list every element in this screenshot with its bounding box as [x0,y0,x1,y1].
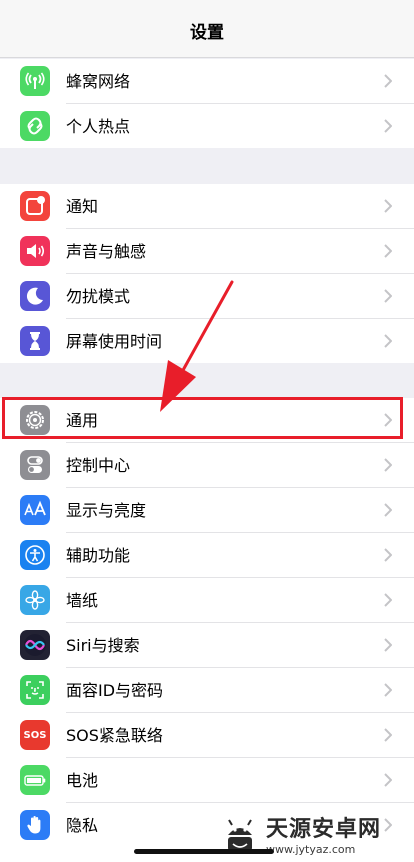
hotspot-icon [20,111,50,141]
row-label: Siri与搜索 [66,636,140,655]
settings-row-siri[interactable]: Siri与搜索 [0,623,414,668]
settings-row-sounds[interactable]: 声音与触感 [0,229,414,274]
chevron-right-icon [384,244,392,258]
chevron-right-icon [384,413,392,427]
row-label: SOS紧急联络 [66,726,163,745]
hourglass-icon [20,326,50,356]
row-label: 个人热点 [66,117,131,136]
settings-row-display[interactable]: 显示与亮度 [0,488,414,533]
watermark: 天源安卓网 www.jytyaz.com [220,812,414,862]
settings-group-notifications: 通知 声音与触感 勿扰模式 屏幕使用时间 [0,184,414,363]
row-label: 控制中心 [66,456,131,475]
hand-icon [20,810,50,840]
settings-row-hotspot[interactable]: 个人热点 [0,104,414,149]
chevron-right-icon [384,638,392,652]
chevron-right-icon [384,773,392,787]
page-title: 设置 [190,23,224,43]
chevron-right-icon [384,119,392,133]
row-label: 蜂窝网络 [66,72,131,91]
flower-icon [20,585,50,615]
settings-row-wallpaper[interactable]: 墙纸 [0,578,414,623]
speaker-icon [20,236,50,266]
settings-row-battery[interactable]: 电池 [0,758,414,803]
sos-icon-text: SOS [23,729,47,741]
chevron-right-icon [384,458,392,472]
settings-row-cellular[interactable]: 蜂窝网络 [0,59,414,104]
chevron-right-icon [384,593,392,607]
row-label: 屏幕使用时间 [66,332,163,351]
row-label: 墙纸 [66,591,99,610]
settings-row-face-id[interactable]: 面容ID与密码 [0,668,414,713]
gear-icon [20,405,50,435]
faceid-icon [20,675,50,705]
row-label: 通知 [66,197,99,216]
chevron-right-icon [384,728,392,742]
chevron-right-icon [384,74,392,88]
settings-row-do-not-disturb[interactable]: 勿扰模式 [0,274,414,319]
chevron-right-icon [384,683,392,697]
settings-row-accessibility[interactable]: 辅助功能 [0,533,414,578]
chevron-right-icon [384,199,392,213]
settings-group-general: 通用 控制中心 显示与亮度 辅助功能 墙纸 Siri与搜索 面容ID与密码 SO… [0,398,414,862]
settings-row-notifications[interactable]: 通知 [0,184,414,229]
settings-row-control-center[interactable]: 控制中心 [0,443,414,488]
navigation-bar: 设置 [0,0,414,58]
row-label: 电池 [66,771,99,790]
toggles-icon [20,450,50,480]
settings-row-general[interactable]: 通用 [0,398,414,443]
row-label: 显示与亮度 [66,501,147,520]
row-label: 辅助功能 [66,546,131,565]
text-size-icon [20,495,50,525]
antenna-icon [20,66,50,96]
chevron-right-icon [384,503,392,517]
watermark-title: 天源安卓网 [266,817,382,842]
siri-icon [20,630,50,660]
row-label: 隐私 [66,816,99,835]
accessibility-icon [20,540,50,570]
row-label: 勿扰模式 [66,287,131,306]
chevron-right-icon [384,334,392,348]
battery-icon [20,765,50,795]
sos-icon: SOS [20,720,50,750]
row-label: 面容ID与密码 [66,681,164,700]
home-indicator [134,849,274,854]
settings-row-emergency-sos[interactable]: SOS SOS紧急联络 [0,713,414,758]
row-label: 声音与触感 [66,242,147,261]
moon-icon [20,281,50,311]
notification-icon [20,191,50,221]
row-label: 通用 [66,411,99,430]
settings-row-screen-time[interactable]: 屏幕使用时间 [0,319,414,364]
watermark-url: www.jytyaz.com [266,843,356,856]
chevron-right-icon [384,289,392,303]
chevron-right-icon [384,548,392,562]
settings-group-network: 蜂窝网络 个人热点 [0,59,414,148]
